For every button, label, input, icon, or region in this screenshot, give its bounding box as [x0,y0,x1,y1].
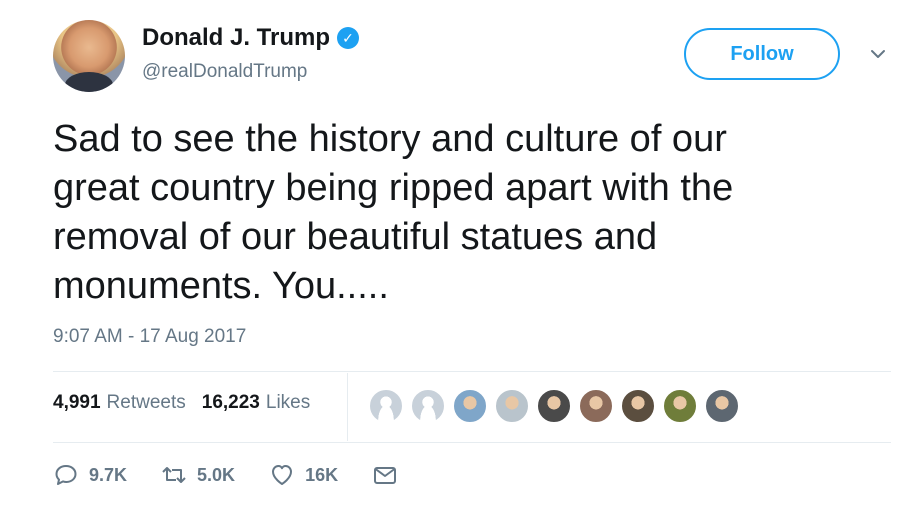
reply-count: 9.7K [89,464,128,485]
divider [53,442,891,443]
retweet-action[interactable]: 5.0K [161,462,235,488]
stats-divider [347,373,348,441]
liker-avatar[interactable] [704,388,740,424]
default-avatar[interactable] [410,388,446,424]
likes-count[interactable]: 16,223 [202,392,260,414]
follow-button[interactable]: Follow [684,28,840,80]
reply-icon[interactable] [53,462,79,488]
author-name[interactable]: Donald J. Trump [142,24,330,52]
liker-avatar[interactable] [662,388,698,424]
author-handle[interactable]: @realDonaldTrump [142,60,307,84]
retweet-icon[interactable] [161,462,187,488]
engagement-stats: 4,991 Retweets 16,223 Likes [53,392,326,414]
liker-avatar[interactable] [620,388,656,424]
verified-badge-icon: ✓ [337,27,360,49]
tweet-text: Sad to see the history and culture of ou… [53,118,734,307]
chevron-down-icon[interactable] [868,44,888,64]
liker-avatar[interactable] [494,388,530,424]
likes-label[interactable]: Likes [266,392,310,414]
retweet-count: 5.0K [197,464,236,485]
like-action[interactable]: 16K [269,462,338,488]
message-action[interactable] [372,462,398,488]
like-count: 16K [305,464,339,485]
tweet-timestamp[interactable]: 9:07 AM - 17 Aug 2017 [53,326,246,348]
tweet-actions: 9.7K 5.0K 16K [53,462,432,488]
liker-avatar[interactable] [452,388,488,424]
liker-avatar[interactable] [578,388,614,424]
divider [53,371,891,372]
retweets-label[interactable]: Retweets [107,392,186,414]
retweets-count[interactable]: 4,991 [53,392,101,414]
reply-action[interactable]: 9.7K [53,462,127,488]
default-avatar[interactable] [368,388,404,424]
envelope-icon[interactable] [372,462,398,488]
author-name-row: Donald J. Trump ✓ [142,24,360,52]
liker-avatar[interactable] [536,388,572,424]
liker-avatars [368,388,746,424]
profile-avatar[interactable] [53,20,125,92]
heart-icon[interactable] [269,462,295,488]
